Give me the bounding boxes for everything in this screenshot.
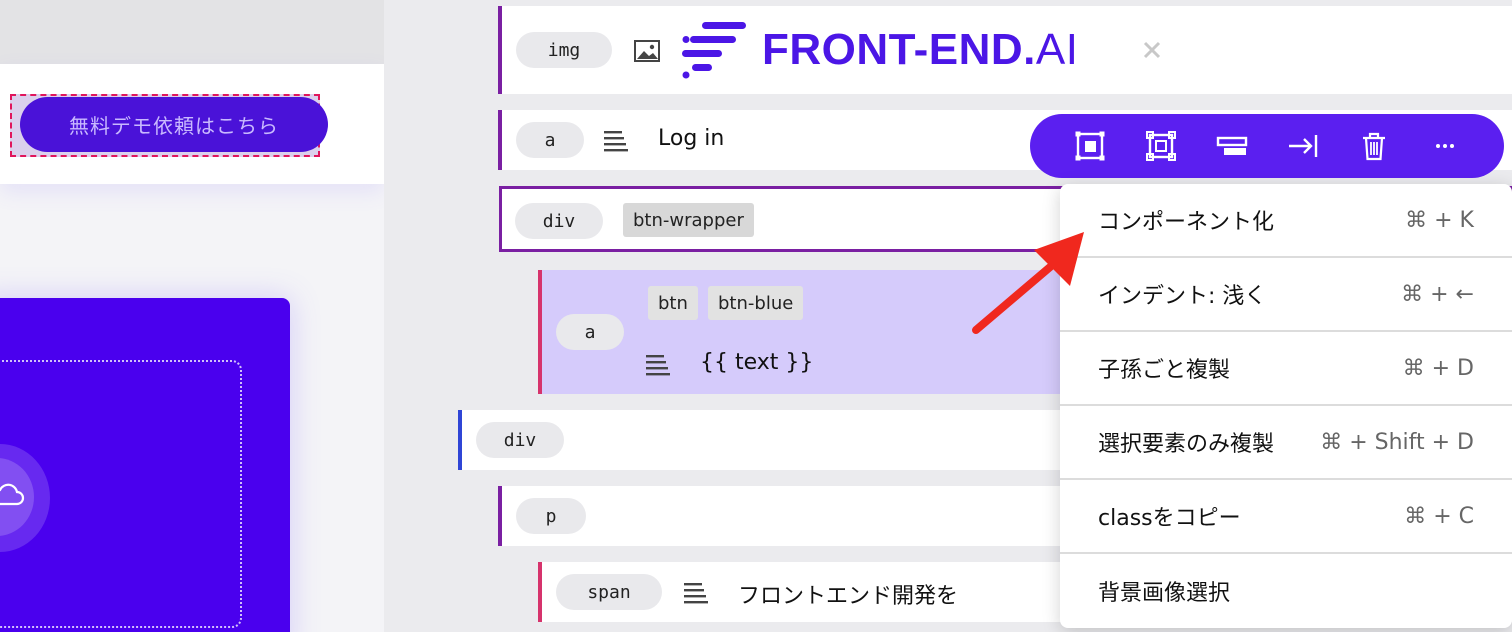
menu-item-label: classをコピー — [1098, 506, 1241, 531]
menu-item-label: 選択要素のみ複製 — [1098, 432, 1275, 457]
logo-text-thin: AI — [1035, 25, 1079, 74]
indent-button[interactable] — [1285, 128, 1321, 164]
menu-item-shortcut: ⌘ + K — [1405, 207, 1474, 233]
node-tag-pill: div — [515, 203, 603, 239]
demo-request-button[interactable]: 無料デモ依頼はこちら — [20, 97, 328, 152]
menu-item-duplicate-selected-only[interactable]: 選択要素のみ複製 ⌘ + Shift + D — [1060, 406, 1512, 480]
image-icon — [634, 40, 660, 62]
select-component-button[interactable] — [1143, 128, 1179, 164]
menu-item-shortcut: ⌘ + ← — [1401, 281, 1474, 307]
preview-topbar — [0, 0, 384, 64]
front-end-ai-logo: FRONT-END.AI — [682, 18, 1078, 82]
logo-mark-icon — [682, 22, 746, 79]
cloud-upload-icon — [0, 483, 25, 506]
node-tag-pill: a — [516, 122, 584, 158]
node-tag-pill: p — [516, 498, 586, 534]
node-text: Log in — [658, 126, 725, 151]
wrap-element-button[interactable] — [1214, 128, 1250, 164]
node-tag-pill: span — [556, 574, 662, 610]
class-tag-btn-blue[interactable]: btn-blue — [708, 286, 804, 320]
node-text: フロントエンド開発を — [738, 584, 959, 609]
menu-item-select-background-image[interactable]: 背景画像選択 — [1060, 554, 1512, 628]
menu-item-copy-class[interactable]: classをコピー ⌘ + C — [1060, 480, 1512, 554]
menu-item-label: インデント: 浅く — [1098, 284, 1267, 309]
more-icon — [1435, 144, 1454, 148]
text-lines-icon — [646, 355, 670, 376]
menu-item-shortcut: ⌘ + C — [1404, 503, 1474, 529]
menu-item-componentize[interactable]: コンポーネント化 ⌘ + K — [1060, 184, 1512, 258]
menu-item-duplicate-with-children[interactable]: 子孫ごと複製 ⌘ + D — [1060, 332, 1512, 406]
delete-button[interactable] — [1356, 128, 1392, 164]
logo-text-bold: FRONT-END. — [762, 25, 1036, 74]
more-options-button[interactable] — [1427, 128, 1463, 164]
node-text: {{ text }} — [700, 350, 814, 375]
menu-item-shortcut: ⌘ + Shift + D — [1320, 429, 1474, 455]
preview-canvas[interactable]: 無料デモ依頼はこちら — [0, 0, 384, 632]
indent-icon — [1288, 135, 1317, 157]
select-parent-button[interactable] — [1072, 128, 1108, 164]
menu-item-label: 背景画像選択 — [1098, 581, 1231, 606]
wrap-icon — [1216, 136, 1247, 155]
node-action-toolbar — [1030, 114, 1504, 178]
remove-image-icon[interactable] — [1142, 40, 1162, 60]
menu-item-outdent[interactable]: インデント: 浅く ⌘ + ← — [1060, 258, 1512, 332]
menu-item-label: 子孫ごと複製 — [1098, 358, 1231, 383]
node-tag-pill: img — [516, 32, 612, 68]
class-tag-btn-wrapper[interactable]: btn-wrapper — [623, 203, 754, 237]
node-tag-pill: div — [476, 422, 564, 458]
menu-item-shortcut: ⌘ + D — [1402, 355, 1474, 381]
class-tag-btn[interactable]: btn — [648, 286, 698, 320]
tree-node-img[interactable]: img FRONT-END.AI — [498, 6, 1512, 94]
text-lines-icon — [684, 583, 708, 604]
select-component-icon — [1145, 131, 1176, 161]
text-lines-icon — [604, 131, 628, 152]
menu-item-label: コンポーネント化 — [1098, 210, 1275, 235]
select-parent-icon — [1075, 131, 1104, 161]
context-menu: コンポーネント化 ⌘ + K インデント: 浅く ⌘ + ← 子孫ごと複製 ⌘ … — [1060, 184, 1512, 628]
trash-icon — [1362, 132, 1385, 161]
node-tag-pill: a — [556, 314, 624, 350]
logo-text: FRONT-END.AI — [762, 25, 1078, 75]
